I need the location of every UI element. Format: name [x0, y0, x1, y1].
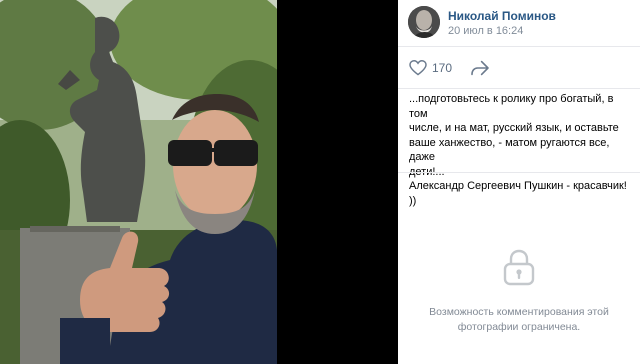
post-date[interactable]: 20 июл в 16:24: [448, 25, 523, 37]
post-photo[interactable]: [0, 0, 277, 364]
post-actions: 170: [398, 47, 640, 89]
caption-line: ...подготовьтесь к ролику про богатый, в…: [409, 93, 614, 120]
lock-icon: [503, 249, 535, 286]
caption-line: числе, и на мат, русский язык, и оставьт…: [409, 122, 619, 134]
post-panel: Николай Поминов 20 июл в 16:24 170 ...по…: [398, 0, 640, 364]
restricted-line: Возможность комментирования этой: [429, 306, 609, 318]
post-header: Николай Поминов 20 июл в 16:24: [398, 0, 640, 47]
share-arrow-icon[interactable]: [470, 60, 490, 76]
restricted-line: фотографии ограничена.: [457, 321, 581, 333]
comments-restricted-text: Возможность комментирования этой фотогра…: [418, 305, 620, 335]
author-name-link[interactable]: Николай Поминов: [448, 9, 556, 23]
heart-icon[interactable]: [409, 60, 427, 76]
avatar[interactable]: [408, 6, 440, 38]
like-count: 170: [432, 61, 453, 75]
comments-restricted: Возможность комментирования этой фотогра…: [398, 172, 640, 364]
caption-line: ваше ханжество, - матом ругаются все, да…: [409, 136, 610, 164]
